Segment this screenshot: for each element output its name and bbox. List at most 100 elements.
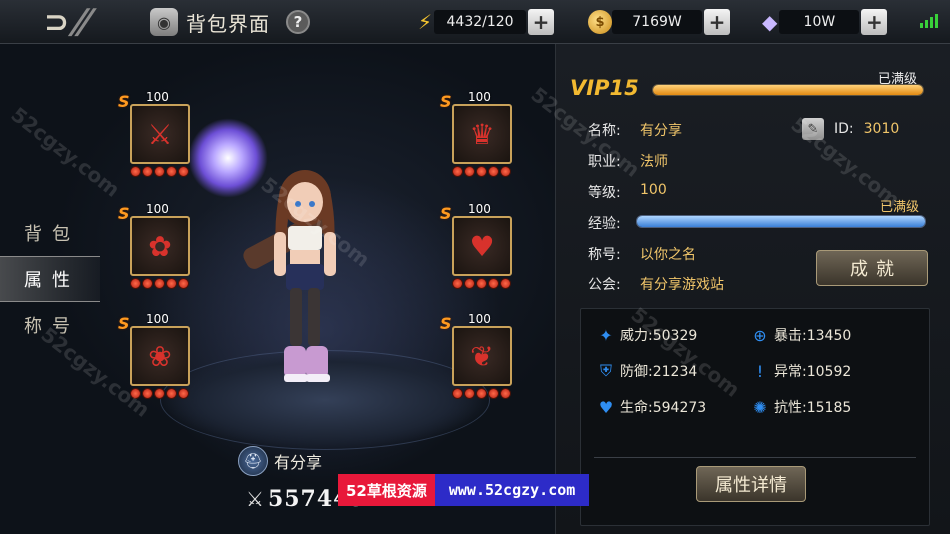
lightning-icon: ⚡ — [418, 10, 433, 34]
item-frame: ❀ — [130, 326, 190, 386]
exp-progress-bar — [636, 215, 926, 228]
star-rating — [446, 388, 516, 399]
stat-defense-text: 防御:21234 — [620, 364, 698, 380]
grade-badge: S — [118, 92, 130, 111]
name-row: 名称: 有分享 — [588, 120, 682, 140]
equipment-slot-belt[interactable]: S 100 ❀ — [118, 312, 194, 404]
diamond-value: 10W — [779, 10, 860, 34]
equipment-slot-boots[interactable]: S 100 ❦ — [440, 312, 516, 404]
stat-abnormal-text: 异常:10592 — [774, 364, 852, 380]
armor-icon: ♥ — [469, 229, 495, 263]
vip-progress-bar — [652, 84, 924, 96]
equipment-slot-weapon[interactable]: S 100 ⚔ — [118, 90, 194, 182]
equipment-slot-skirt[interactable]: S 100 ✿ — [118, 202, 194, 294]
hero-name: 有分享 — [274, 453, 323, 472]
watermark-site-name: 52草根资源 — [338, 474, 435, 506]
heart-icon: ♥ — [598, 397, 614, 417]
level-value: 100 — [640, 182, 667, 198]
stat-life: ♥ 生命:594273 — [596, 397, 706, 417]
title-value: 以你之名 — [640, 247, 696, 263]
guild-row: 公会: 有分享游戏站 — [588, 274, 724, 294]
weapon-icon: ⚔ — [147, 117, 173, 151]
watermark-url: www.52cgzy.com — [434, 474, 590, 506]
equipment-slot-hat[interactable]: S 100 ♛ — [440, 90, 516, 182]
page-header: ◉ 背包界面 ? — [150, 6, 310, 38]
stat-crit: ⊕ 暴击:13450 — [750, 325, 851, 345]
skirt-icon: ✿ — [148, 229, 172, 263]
id-row: ✎ ID: 3010 — [802, 118, 899, 140]
side-tabs: 背包 属性 称号 — [0, 210, 100, 348]
hero-nameplate: ⛑ 有分享 — [238, 446, 322, 476]
achievement-button[interactable]: 成就 — [816, 250, 928, 286]
stats-divider — [594, 457, 916, 458]
tab-titles[interactable]: 称号 — [0, 302, 100, 348]
guild-label: 公会: — [588, 277, 621, 293]
class-label: 职业: — [588, 154, 621, 170]
belt-icon: ❀ — [148, 339, 172, 373]
watermark-banner: 52草根资源 www.52cgzy.com — [338, 474, 590, 506]
tab-attributes[interactable]: 属性 — [0, 256, 100, 302]
crosshair-icon: ⊕ — [753, 325, 767, 345]
stat-crit-text: 暴击:13450 — [774, 328, 852, 344]
game-screen: ⊃// ◉ 背包界面 ? ⚡ 4432/120 + $ 7169W + ◆ 10… — [0, 0, 950, 534]
exp-max-label: 已满级 — [880, 200, 920, 215]
backpack-icon: ◉ — [150, 8, 178, 36]
exp-label: 经验: — [588, 216, 621, 232]
energy-resource: ⚡ 4432/120 + — [418, 9, 555, 35]
stat-resist-text: 抗性:15185 — [774, 400, 852, 416]
help-icon[interactable]: ? — [286, 10, 310, 34]
level-row: 等级: 100 — [588, 182, 667, 202]
class-value: 法师 — [640, 154, 668, 170]
add-diamond-button[interactable]: + — [861, 9, 888, 35]
gold-value: 7169W — [612, 10, 702, 34]
stat-power: ✦ 威力:50329 — [596, 325, 697, 345]
add-gold-button[interactable]: + — [704, 9, 730, 35]
grade-badge: S — [118, 314, 130, 333]
grade-badge: S — [440, 314, 452, 333]
grade-badge: S — [118, 204, 130, 223]
divider-slash-icon: // — [65, 2, 94, 42]
tab-bag[interactable]: 背包 — [0, 210, 100, 256]
back-button[interactable]: ⊃// — [6, 2, 124, 42]
vip-progress-fill — [653, 85, 923, 95]
boots-icon: ❦ — [470, 339, 494, 373]
hero-character[interactable] — [240, 160, 370, 395]
gold-resource: $ 7169W + — [588, 9, 730, 35]
item-frame: ⚔ — [130, 104, 190, 164]
shield-icon: ⛨ — [599, 361, 612, 380]
helmet-class-icon: ⛑ — [238, 446, 268, 476]
signal-icon — [920, 14, 938, 28]
stat-resist: ✺ 抗性:15185 — [750, 397, 851, 417]
add-energy-button[interactable]: + — [528, 9, 555, 35]
equipment-slot-armor[interactable]: S 100 ♥ — [440, 202, 516, 294]
id-label: ID: — [834, 121, 854, 137]
attribute-details-button[interactable]: 属性详情 — [696, 466, 806, 502]
stat-defense: ⛨ 防御:21234 — [596, 361, 697, 381]
item-frame: ♥ — [452, 216, 512, 276]
vip-level: VIP15 — [570, 76, 639, 100]
grade-badge: S — [440, 204, 452, 223]
title-label: 称号: — [588, 247, 621, 263]
diamond-icon: ◆ — [762, 10, 778, 34]
exclamation-icon: ! — [756, 361, 764, 381]
item-level: 100 — [146, 312, 169, 326]
level-label: 等级: — [588, 185, 621, 201]
page-title: 背包界面 — [186, 11, 270, 36]
stat-life-text: 生命:594273 — [620, 400, 707, 416]
id-value: 3010 — [863, 121, 900, 137]
watermark-diagonal: 52cgzy.com — [6, 102, 125, 202]
item-level: 100 — [146, 202, 169, 216]
class-row: 职业: 法师 — [588, 151, 668, 171]
crossed-swords-icon: ⚔ — [246, 487, 264, 511]
item-frame: ✿ — [130, 216, 190, 276]
star-rating — [124, 278, 194, 289]
gear-resist-icon: ✺ — [753, 397, 767, 417]
edit-icon[interactable]: ✎ — [802, 118, 824, 140]
top-bar: ⊃// ◉ 背包界面 ? ⚡ 4432/120 + $ 7169W + ◆ 10… — [0, 0, 950, 44]
name-value: 有分享 — [640, 123, 682, 139]
power-icon: ✦ — [599, 325, 613, 345]
diamond-resource: ◆ 10W + — [762, 9, 888, 35]
star-rating — [124, 166, 194, 177]
item-level: 100 — [146, 90, 169, 104]
item-level: 100 — [468, 202, 491, 216]
